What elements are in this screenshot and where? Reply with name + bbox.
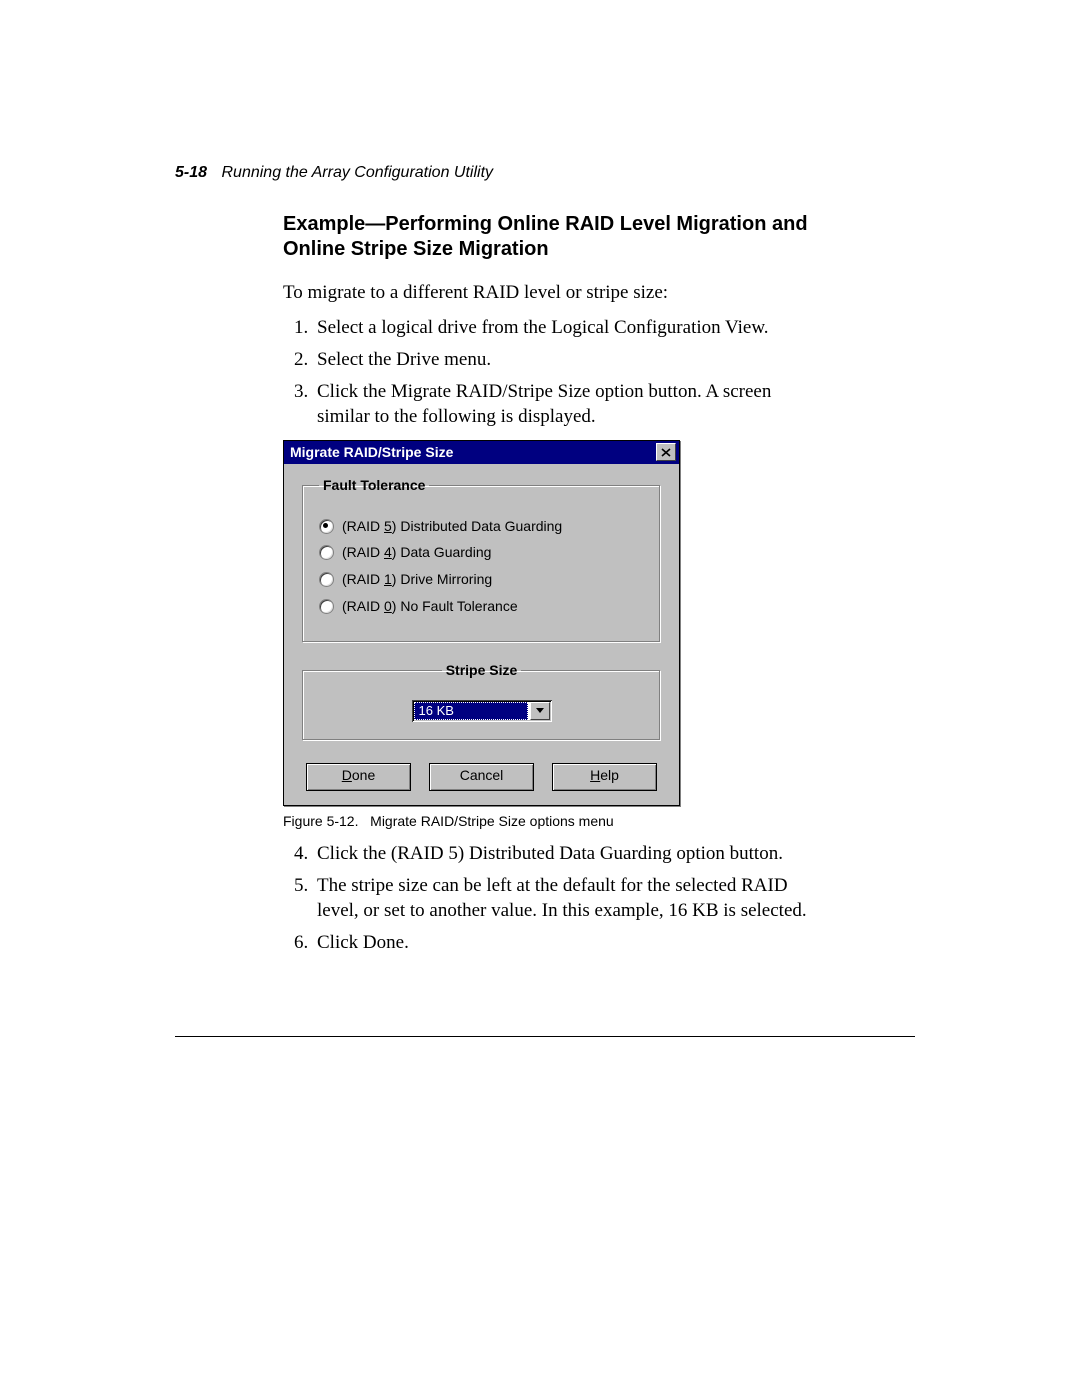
- steps-list-part1: Select a logical drive from the Logical …: [283, 315, 828, 430]
- radio-raid5[interactable]: (RAID 5) Distributed Data Guarding: [319, 517, 644, 536]
- radio-label: (RAID 1) Drive Mirroring: [342, 570, 492, 589]
- stripe-size-dropdown[interactable]: 16 KB: [412, 700, 552, 722]
- close-icon[interactable]: [656, 443, 676, 461]
- step-item: Select a logical drive from the Logical …: [313, 315, 828, 341]
- radio-raid4[interactable]: (RAID 4) Data Guarding: [319, 543, 644, 562]
- step-item: Click Done.: [313, 930, 828, 956]
- step-item: The stripe size can be left at the defau…: [313, 873, 828, 924]
- done-button[interactable]: Done: [306, 763, 411, 791]
- stripe-size-value: 16 KB: [414, 702, 528, 720]
- running-title: Running the Array Configuration Utility: [221, 164, 493, 181]
- radio-label: (RAID 4) Data Guarding: [342, 543, 491, 562]
- dialog-titlebar: Migrate RAID/Stripe Size: [284, 441, 679, 464]
- step-item: Click the (RAID 5) Distributed Data Guar…: [313, 841, 828, 867]
- radio-raid1[interactable]: (RAID 1) Drive Mirroring: [319, 570, 644, 589]
- steps-list-part2: Click the (RAID 5) Distributed Data Guar…: [283, 841, 828, 956]
- running-header: 5-18 Running the Array Configuration Uti…: [175, 162, 915, 184]
- radio-icon: [319, 599, 334, 614]
- step-item: Click the Migrate RAID/Stripe Size optio…: [313, 379, 828, 430]
- radio-icon: [319, 545, 334, 560]
- figure-caption: Figure 5-12. Migrate RAID/Stripe Size op…: [283, 812, 828, 831]
- stripe-size-legend: Stripe Size: [442, 661, 522, 680]
- dialog-title: Migrate RAID/Stripe Size: [290, 443, 656, 462]
- radio-icon: [319, 572, 334, 587]
- dialog-button-row: Done Cancel Help: [302, 759, 661, 791]
- section-heading: Example—Performing Online RAID Level Mig…: [283, 212, 828, 262]
- fault-tolerance-legend: Fault Tolerance: [319, 476, 429, 495]
- radio-icon: [319, 519, 334, 534]
- cancel-button[interactable]: Cancel: [429, 763, 534, 791]
- radio-label: (RAID 5) Distributed Data Guarding: [342, 517, 562, 536]
- intro-paragraph: To migrate to a different RAID level or …: [283, 280, 828, 306]
- radio-label: (RAID 0) No Fault Tolerance: [342, 597, 518, 616]
- step-item: Select the Drive menu.: [313, 347, 828, 373]
- footer-rule: [175, 1036, 915, 1037]
- page-number: 5-18: [175, 164, 207, 181]
- chevron-down-icon: [530, 702, 550, 720]
- help-button[interactable]: Help: [552, 763, 657, 791]
- fault-tolerance-group: Fault Tolerance (RAID 5) Distributed Dat…: [302, 476, 661, 643]
- stripe-size-group: Stripe Size 16 KB: [302, 661, 661, 741]
- migrate-raid-dialog: Migrate RAID/Stripe Size Fault Tolerance…: [283, 440, 680, 806]
- radio-raid0[interactable]: (RAID 0) No Fault Tolerance: [319, 597, 644, 616]
